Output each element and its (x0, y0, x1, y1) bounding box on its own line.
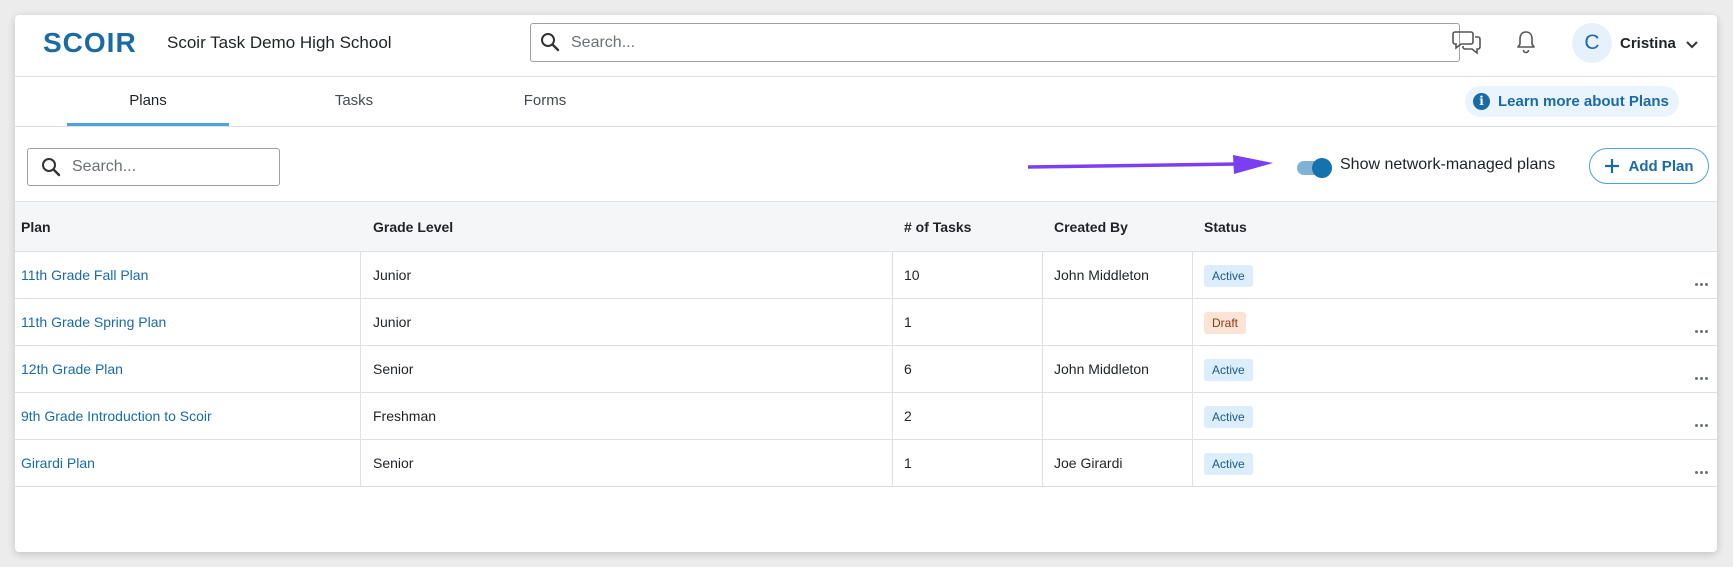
tab-bar: Plans Tasks Forms i Learn more about Pla… (15, 77, 1717, 127)
scoir-logo[interactable]: SCOIR (43, 27, 143, 57)
status-badge: Active (1204, 359, 1253, 381)
global-search[interactable] (530, 23, 1460, 62)
top-header: SCOIR Scoir Task Demo High School C Cris… (15, 15, 1717, 77)
school-name: Scoir Task Demo High School (167, 33, 392, 52)
tab-forms[interactable]: Forms (464, 77, 626, 126)
grade-level: Freshman (373, 408, 437, 424)
toggle-label: Show network-managed plans (1340, 156, 1556, 173)
plan-link[interactable]: 11th Grade Fall Plan (21, 252, 148, 299)
plus-icon (1605, 159, 1620, 173)
info-icon: i (1473, 93, 1490, 110)
more-options-icon[interactable] (1695, 273, 1710, 291)
add-plan-label: Add Plan (1628, 157, 1694, 175)
task-count: 10 (904, 267, 920, 283)
created-by: Joe Girardi (1054, 455, 1123, 471)
table-row: 11th Grade Spring Plan Junior 1 Draft (15, 299, 1717, 346)
plans-table: Plan Grade Level # of Tasks Created By S… (15, 201, 1717, 487)
grade-level: Senior (373, 361, 414, 377)
task-count: 2 (904, 408, 912, 424)
more-options-icon[interactable] (1695, 367, 1710, 385)
more-options-icon[interactable] (1695, 461, 1710, 479)
status-badge: Active (1204, 265, 1253, 287)
table-header: Plan Grade Level # of Tasks Created By S… (15, 202, 1717, 252)
global-search-input[interactable] (571, 24, 1451, 61)
table-row: Girardi Plan Senior 1 Joe Girardi Active (15, 440, 1717, 487)
search-icon (41, 157, 61, 182)
chevron-down-icon[interactable] (1685, 37, 1699, 55)
tab-tasks[interactable]: Tasks (273, 77, 435, 126)
table-row: 9th Grade Introduction to Scoir Freshman… (15, 393, 1717, 440)
logo-text: SCOIR (43, 27, 137, 57)
messages-icon[interactable] (1452, 29, 1482, 60)
status-badge: Active (1204, 453, 1253, 475)
column-header-status[interactable]: Status (1204, 202, 1247, 252)
add-plan-button[interactable]: Add Plan (1589, 148, 1709, 184)
table-row: 11th Grade Fall Plan Junior 10 John Midd… (15, 252, 1717, 299)
bell-icon[interactable] (1515, 29, 1537, 60)
grade-level: Senior (373, 455, 414, 471)
table-row: 12th Grade Plan Senior 6 John Middleton … (15, 346, 1717, 393)
tab-plans[interactable]: Plans (67, 77, 229, 126)
learn-more-label: Learn more about Plans (1498, 93, 1669, 110)
plan-search-input[interactable] (72, 149, 272, 185)
task-count: 1 (904, 314, 912, 330)
search-icon (540, 32, 560, 57)
learn-more-button[interactable]: i Learn more about Plans (1465, 86, 1679, 117)
more-options-icon[interactable] (1695, 320, 1710, 338)
plan-link[interactable]: 12th Grade Plan (21, 346, 123, 393)
app-window: SCOIR Scoir Task Demo High School C Cris… (15, 15, 1717, 552)
avatar[interactable]: C (1572, 23, 1612, 63)
column-header-created-by[interactable]: Created By (1054, 202, 1128, 252)
plan-link[interactable]: Girardi Plan (21, 440, 95, 487)
task-count: 6 (904, 361, 912, 377)
created-by: John Middleton (1054, 267, 1149, 283)
grade-level: Junior (373, 314, 412, 330)
more-options-icon[interactable] (1695, 414, 1710, 432)
toggle-knob (1312, 158, 1332, 178)
task-count: 1 (904, 455, 912, 471)
annotation-arrow-icon (1026, 153, 1273, 180)
column-header-tasks[interactable]: # of Tasks (904, 202, 971, 252)
status-badge: Active (1204, 406, 1253, 428)
status-badge: Draft (1204, 312, 1247, 334)
plan-link[interactable]: 11th Grade Spring Plan (21, 299, 166, 346)
column-header-plan[interactable]: Plan (21, 202, 51, 252)
grade-level: Junior (373, 267, 412, 283)
plan-search[interactable] (27, 148, 280, 186)
user-name[interactable]: Cristina (1620, 35, 1676, 52)
plan-link[interactable]: 9th Grade Introduction to Scoir (21, 393, 212, 440)
created-by: John Middleton (1054, 361, 1149, 377)
network-plans-toggle[interactable] (1295, 158, 1333, 178)
column-header-grade-level[interactable]: Grade Level (373, 202, 453, 252)
